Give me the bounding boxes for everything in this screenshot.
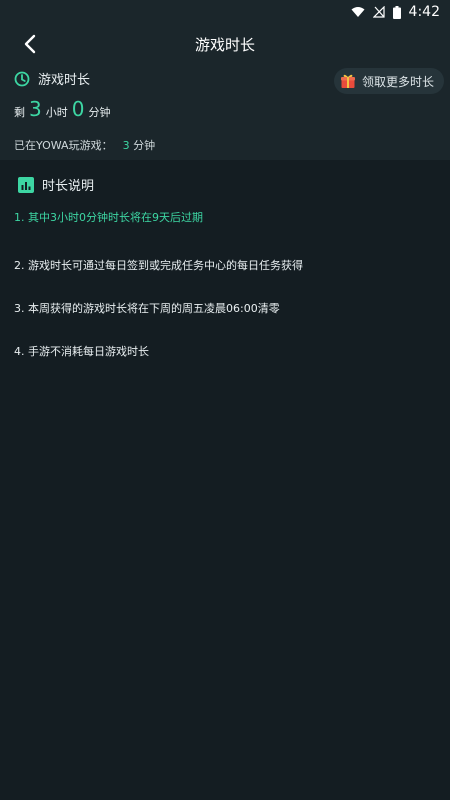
clock-icon (14, 71, 30, 86)
status-icons: 4:42 (351, 4, 440, 20)
page-title: 游戏时长 (194, 36, 255, 54)
remaining-hours: 3 (29, 97, 42, 121)
remaining-prefix: 剩 (14, 106, 25, 119)
signal-icon (372, 6, 385, 18)
wifi-icon (351, 7, 365, 17)
remaining-time: 剩 3 小时 0 分钟 (14, 97, 110, 121)
played-label: 已在YOWA玩游戏： (14, 139, 113, 152)
playtime-summary: 游戏时长 领取更多时长 剩 3 小时 0 分钟 已在YOWA玩游戏： 3 分钟 (0, 64, 450, 160)
rule-item: 2. 游戏时长可通过每日签到或完成任务中心的每日任务获得 (14, 259, 303, 272)
gift-icon (340, 74, 355, 88)
rule-item: 4. 手游不消耗每日游戏时长 (14, 345, 149, 358)
hours-unit: 小时 (45, 106, 68, 119)
chart-icon (18, 176, 34, 193)
claim-more-time-label: 领取更多时长 (361, 74, 434, 89)
played-time: 已在YOWA玩游戏： 3 分钟 (14, 137, 155, 153)
remaining-minutes: 0 (71, 97, 85, 121)
status-bar: 4:42 (0, 0, 450, 24)
status-time: 4:42 (408, 4, 440, 20)
rule-item: 1. 其中3小时0分钟时长将在9天后过期 (14, 211, 203, 224)
explain-title: 时长说明 (42, 179, 95, 194)
explain-header: 时长说明 (18, 175, 94, 194)
minutes-unit: 分钟 (88, 106, 111, 119)
playtime-label: 游戏时长 (38, 73, 91, 88)
played-unit: 分钟 (133, 139, 156, 152)
claim-more-time-button[interactable]: 领取更多时长 (333, 68, 444, 94)
battery-icon (392, 5, 401, 19)
played-value: 3 (122, 139, 130, 152)
top-app-bar: 游戏时长 (0, 24, 450, 64)
playtime-label-row: 游戏时长 (14, 69, 90, 88)
rule-item: 3. 本周获得的游戏时长将在下周的周五凌晨06:00清零 (14, 302, 280, 315)
